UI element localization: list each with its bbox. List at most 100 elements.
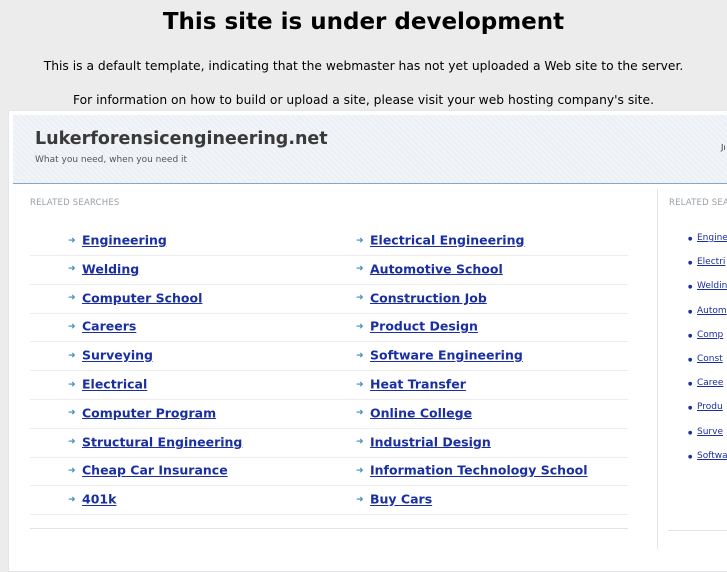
side-related-link[interactable]: Caree	[697, 378, 723, 388]
table-row: ➜ Welding ➜ Automotive School	[30, 255, 628, 285]
side-list-item: ● Produ	[688, 402, 723, 412]
arrow-right-icon: ➜	[356, 321, 364, 332]
related-search-link[interactable]: Surveying	[82, 348, 153, 363]
list-item: ➜ Engineering	[68, 226, 167, 254]
related-search-link[interactable]: Construction Job	[370, 290, 487, 305]
bullet-icon: ●	[688, 260, 693, 267]
related-search-link[interactable]: Cheap Car Insurance	[82, 463, 228, 478]
side-related-link[interactable]: Comp	[697, 330, 723, 340]
bullet-icon: ●	[688, 357, 693, 363]
site-tagline: What you need, when you need it	[35, 155, 188, 165]
bullet-icon: ●	[688, 405, 693, 412]
table-row: ➜ Surveying ➜ Software Engineering	[30, 341, 628, 372]
list-item: ➜ Online College	[356, 399, 472, 427]
list-item: ➜ Software Engineering	[356, 341, 523, 369]
related-search-link[interactable]: Electrical	[82, 377, 147, 392]
list-item: ➜ Electrical Engineering	[356, 226, 524, 254]
arrow-right-icon: ➜	[68, 494, 76, 505]
related-search-link[interactable]: Buy Cars	[370, 492, 432, 507]
arrow-right-icon: ➜	[356, 235, 364, 246]
related-search-link[interactable]: Heat Transfer	[370, 377, 466, 392]
arrow-right-icon: ➜	[68, 235, 76, 246]
bullet-icon: ●	[688, 284, 693, 291]
side-list-item: ● Surve	[688, 427, 723, 437]
related-search-link[interactable]: Information Technology School	[370, 463, 588, 478]
arrow-right-icon: ➜	[356, 465, 364, 476]
bullet-icon: ●	[688, 308, 693, 315]
table-row: ➜ Engineering ➜ Electrical Engineering	[30, 226, 628, 256]
related-search-link[interactable]: Automotive School	[370, 261, 503, 276]
header-right-fragment: Jı	[721, 143, 726, 152]
side-list-end-divider	[668, 530, 727, 531]
notice-line-1: This is a default template, indicating t…	[43, 59, 684, 73]
side-list-item: ● Const	[688, 354, 723, 364]
table-row: ➜ Computer School ➜ Construction Job	[30, 284, 628, 314]
list-item: ➜ Structural Engineering	[68, 428, 242, 456]
arrow-right-icon: ➜	[68, 350, 76, 361]
side-panel	[657, 189, 727, 549]
side-related-link[interactable]: Softwa	[697, 451, 727, 461]
side-list-item: ● Autom	[688, 306, 727, 316]
main-section-label: RELATED SEARCHES	[30, 198, 120, 208]
arrow-right-icon: ➜	[68, 465, 76, 476]
list-item: ➜ Computer School	[68, 284, 202, 312]
arrow-right-icon: ➜	[68, 264, 76, 275]
bullet-icon: ●	[688, 332, 693, 339]
side-list-item: ● Caree	[688, 378, 723, 388]
related-search-link[interactable]: Online College	[370, 405, 472, 420]
bullet-icon: ●	[688, 453, 693, 460]
list-item: ➜ Industrial Design	[356, 428, 491, 456]
list-item: ➜ Surveying	[68, 341, 153, 369]
related-search-link[interactable]: Welding	[82, 261, 139, 276]
site-header: Lukerforensicengineering.net What you ne…	[13, 115, 727, 184]
notice-title: This site is under development	[162, 9, 565, 35]
arrow-right-icon: ➜	[356, 408, 364, 419]
arrow-right-icon: ➜	[356, 494, 364, 505]
side-related-link[interactable]: Electri	[697, 257, 725, 267]
list-item: ➜ Product Design	[356, 312, 478, 340]
list-item: ➜ Careers	[68, 312, 136, 340]
side-list-item: ● Engine	[688, 233, 727, 243]
notice-line-2: For information on how to build or uploa…	[73, 93, 654, 107]
related-search-link[interactable]: Industrial Design	[370, 434, 491, 449]
related-search-link[interactable]: Computer School	[82, 290, 202, 305]
list-item: ➜ Heat Transfer	[356, 370, 466, 398]
related-search-link[interactable]: Software Engineering	[370, 348, 523, 363]
list-item: ➜ 401k	[68, 485, 116, 513]
arrow-right-icon: ➜	[356, 264, 364, 275]
arrow-right-icon: ➜	[68, 379, 76, 390]
table-row: ➜ Electrical ➜ Heat Transfer	[30, 370, 628, 400]
arrow-right-icon: ➜	[356, 379, 364, 390]
related-search-link[interactable]: 401k	[82, 492, 116, 507]
list-item: ➜ Buy Cars	[356, 485, 432, 513]
site-title: Lukerforensicengineering.net	[35, 129, 328, 149]
related-search-link[interactable]: Computer Program	[82, 405, 216, 420]
side-related-link[interactable]: Weldin	[697, 281, 727, 291]
side-related-link[interactable]: Produ	[697, 402, 723, 412]
side-related-link[interactable]: Autom	[697, 306, 727, 316]
arrow-right-icon: ➜	[356, 350, 364, 361]
related-search-link[interactable]: Structural Engineering	[82, 434, 242, 449]
related-search-link[interactable]: Engineering	[82, 233, 167, 248]
side-related-link[interactable]: Surve	[697, 427, 723, 437]
side-related-link[interactable]: Engine	[697, 233, 727, 243]
list-item: ➜ Automotive School	[356, 255, 503, 283]
side-related-link[interactable]: Const	[697, 354, 723, 364]
arrow-right-icon: ➜	[68, 293, 76, 304]
bullet-icon: ●	[688, 429, 693, 436]
related-search-link[interactable]: Careers	[82, 319, 136, 334]
main-list-end-divider	[30, 528, 628, 529]
table-row: ➜ Careers ➜ Product Design	[30, 312, 628, 343]
arrow-right-icon: ➜	[68, 321, 76, 332]
side-list-item: ● Weldin	[688, 281, 727, 291]
bullet-icon: ●	[688, 236, 693, 242]
table-row: ➜ Computer Program ➜ Online College	[30, 399, 628, 429]
arrow-right-icon: ➜	[356, 437, 364, 448]
list-item: ➜ Computer Program	[68, 399, 216, 427]
list-item: ➜ Information Technology School	[356, 456, 588, 484]
table-row: ➜ 401k ➜ Buy Cars	[30, 485, 628, 516]
related-search-link[interactable]: Electrical Engineering	[370, 233, 524, 248]
related-search-link[interactable]: Product Design	[370, 319, 478, 334]
list-item: ➜ Construction Job	[356, 284, 487, 312]
list-item: ➜ Welding	[68, 255, 139, 283]
